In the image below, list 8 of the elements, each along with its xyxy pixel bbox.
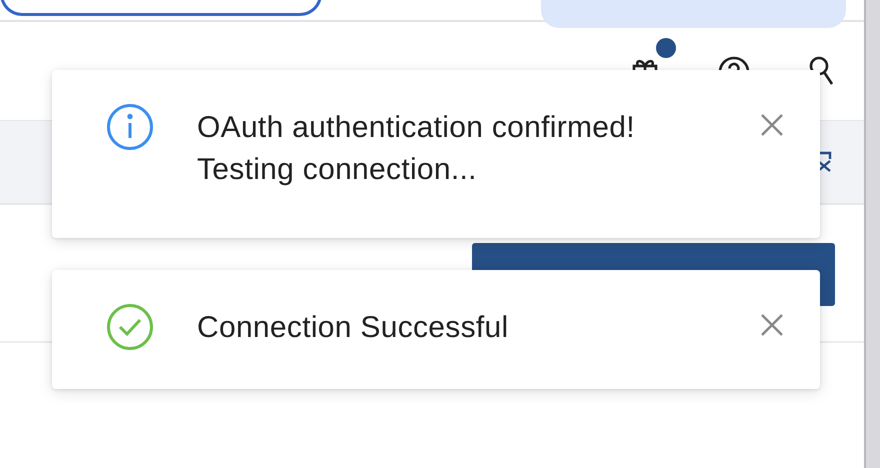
close-button[interactable] — [760, 113, 784, 137]
check-circle-icon — [106, 303, 154, 351]
toast-title: Connection Successful — [197, 311, 510, 345]
info-icon — [106, 103, 154, 151]
toast-title: OAuth authentication confirmed! — [197, 111, 636, 145]
close-button[interactable] — [760, 313, 784, 337]
toast-message: Testing connection... — [197, 153, 478, 187]
notification-dot — [656, 38, 676, 58]
